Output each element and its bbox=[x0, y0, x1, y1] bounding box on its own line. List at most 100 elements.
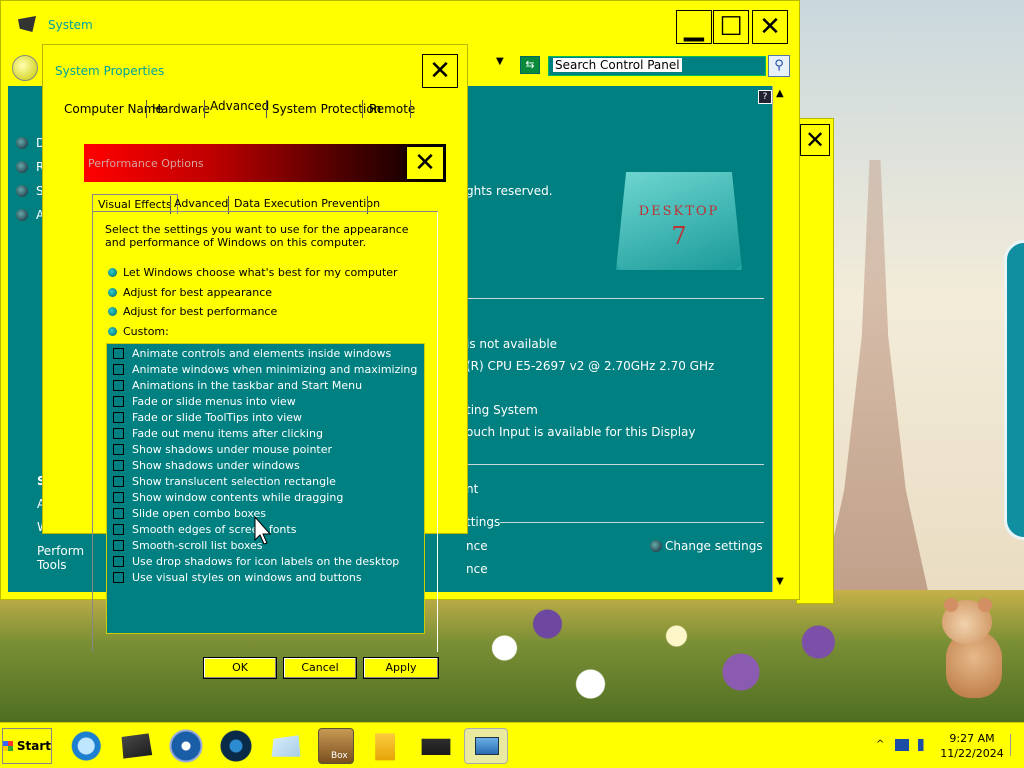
effect-label: Fade or slide ToolTips into view bbox=[132, 410, 303, 424]
checkbox[interactable] bbox=[113, 555, 124, 567]
refresh-icon[interactable]: ⇆ bbox=[520, 56, 540, 74]
start-label: Start bbox=[16, 739, 51, 753]
checkbox[interactable] bbox=[113, 475, 124, 487]
maximize-button[interactable]: ☐ bbox=[713, 10, 749, 44]
clock-date: 11/22/2024 bbox=[940, 747, 1004, 760]
scroll-down-arrow[interactable]: ▼ bbox=[776, 576, 784, 587]
effect-checkbox-row[interactable]: Show shadows under windows bbox=[113, 457, 300, 473]
radio-button[interactable] bbox=[108, 326, 117, 336]
effect-checkbox-row[interactable]: Animate windows when minimizing and maxi… bbox=[113, 361, 417, 377]
background-window[interactable] bbox=[796, 118, 834, 604]
start-button[interactable]: Start bbox=[2, 728, 52, 764]
effect-label: Animate controls and elements inside win… bbox=[132, 346, 392, 360]
system-properties-taskbar-button[interactable] bbox=[464, 728, 508, 764]
performance-options-close-button[interactable]: ✕ bbox=[406, 146, 444, 180]
radio-custom[interactable]: Custom: bbox=[108, 323, 169, 339]
effect-checkbox-row[interactable]: Slide open combo boxes bbox=[113, 505, 266, 521]
clock[interactable]: 9:27 AM 11/22/2024 bbox=[938, 731, 1006, 761]
effect-label: Show translucent selection rectangle bbox=[132, 474, 336, 488]
internet-explorer-icon[interactable] bbox=[70, 728, 106, 764]
back-button[interactable] bbox=[12, 55, 38, 81]
action-center-icon[interactable] bbox=[895, 739, 909, 751]
checkbox[interactable] bbox=[113, 443, 124, 455]
media-player-icon[interactable] bbox=[168, 728, 204, 764]
effect-checkbox-row[interactable]: Fade or slide menus into view bbox=[113, 393, 296, 409]
effect-checkbox-row[interactable]: Animate controls and elements inside win… bbox=[113, 345, 391, 361]
wallpaper-flowers bbox=[440, 600, 870, 720]
effect-label: Slide open combo boxes bbox=[132, 506, 267, 520]
close-button[interactable]: ✕ bbox=[752, 10, 788, 44]
shield-icon bbox=[16, 209, 28, 221]
scroll-up-arrow[interactable]: ▲ bbox=[776, 88, 784, 99]
taskbar bbox=[0, 722, 1024, 768]
ok-button[interactable]: OK bbox=[203, 657, 277, 679]
search-input[interactable]: Search Control Panel bbox=[548, 56, 766, 76]
box-app-icon[interactable]: Box bbox=[318, 728, 354, 764]
checkbox[interactable] bbox=[113, 411, 124, 423]
radio-best-appearance[interactable]: Adjust for best appearance bbox=[108, 284, 272, 300]
radio-let-windows-choose[interactable]: Let Windows choose what's best for my co… bbox=[108, 264, 398, 280]
radio-button[interactable] bbox=[108, 287, 117, 297]
checkbox[interactable] bbox=[113, 459, 124, 471]
divider bbox=[468, 464, 764, 465]
visual-effects-list[interactable]: Animate controls and elements inside win… bbox=[106, 343, 425, 634]
cancel-button[interactable]: Cancel bbox=[283, 657, 357, 679]
checkbox[interactable] bbox=[113, 347, 124, 359]
control-panel-title: System bbox=[48, 18, 93, 32]
tab-advanced[interactable]: Advanced bbox=[210, 95, 269, 117]
effect-checkbox-row[interactable]: Fade or slide ToolTips into view bbox=[113, 409, 302, 425]
checkbox[interactable] bbox=[113, 427, 124, 439]
tab-separator bbox=[410, 100, 411, 118]
minimize-button[interactable]: ▁ bbox=[676, 10, 712, 44]
checkbox[interactable] bbox=[113, 507, 124, 519]
sidebar-gadget-edge[interactable] bbox=[1004, 240, 1024, 540]
checkbox[interactable] bbox=[113, 363, 124, 375]
effect-checkbox-row[interactable]: Use visual styles on windows and buttons bbox=[113, 569, 362, 585]
effect-checkbox-row[interactable]: Smooth-scroll list boxes bbox=[113, 537, 263, 553]
brand-text: DESKTOP bbox=[638, 204, 720, 219]
radio-button[interactable] bbox=[108, 267, 117, 277]
effect-checkbox-row[interactable]: Show window contents while dragging bbox=[113, 489, 343, 505]
background-window-close-button[interactable]: ✕ bbox=[800, 124, 830, 156]
checkbox[interactable] bbox=[113, 395, 124, 407]
network-globe-icon[interactable] bbox=[218, 728, 254, 764]
mouse-pointer-icon bbox=[254, 516, 272, 545]
effect-checkbox-row[interactable]: Show shadows under mouse pointer bbox=[113, 441, 332, 457]
effect-label: Fade out menu items after clicking bbox=[132, 426, 323, 440]
help-icon[interactable]: ? bbox=[758, 90, 772, 104]
windows-logo: DESKTOP 7 bbox=[616, 172, 742, 270]
show-hidden-icons-chevron-icon[interactable]: ^ bbox=[876, 739, 890, 751]
checkbox[interactable] bbox=[113, 491, 124, 503]
radio-best-performance[interactable]: Adjust for best performance bbox=[108, 303, 277, 319]
effect-label: Show window contents while dragging bbox=[132, 490, 344, 504]
checkbox[interactable] bbox=[113, 571, 124, 583]
tab-hardware[interactable]: Hardware bbox=[152, 98, 210, 120]
settings-heading: ttings bbox=[466, 515, 501, 529]
checkbox[interactable] bbox=[113, 523, 124, 535]
effect-checkbox-row[interactable]: Animations in the taskbar and Start Menu bbox=[113, 377, 362, 393]
shield-icon bbox=[650, 540, 662, 552]
change-settings-link[interactable]: Change settings bbox=[665, 539, 763, 553]
volume-icon[interactable] bbox=[918, 739, 932, 751]
search-icon[interactable]: ⚲ bbox=[768, 55, 790, 77]
effect-checkbox-row[interactable]: Use drop shadows for icon labels on the … bbox=[113, 553, 399, 569]
box-app-label: Box bbox=[331, 751, 348, 761]
system-properties-close-button[interactable]: ✕ bbox=[422, 54, 458, 88]
effect-label: Animations in the taskbar and Start Menu bbox=[132, 378, 363, 392]
checkbox[interactable] bbox=[113, 539, 124, 551]
hamster-gadget[interactable] bbox=[940, 598, 1010, 700]
tab-computer-name[interactable]: Computer Name bbox=[64, 98, 163, 120]
show-desktop-button[interactable] bbox=[1010, 734, 1022, 756]
workgroup-label: nce bbox=[466, 539, 488, 553]
radio-button[interactable] bbox=[108, 306, 117, 316]
effect-checkbox-row[interactable]: Show translucent selection rectangle bbox=[113, 473, 336, 489]
tab-remote[interactable]: Remote bbox=[369, 98, 415, 120]
checkbox[interactable] bbox=[113, 379, 124, 391]
vertical-scrollbar[interactable]: ▲ ▼ bbox=[772, 86, 792, 592]
tab-system-protection[interactable]: System Protection bbox=[272, 98, 381, 120]
apply-button[interactable]: Apply bbox=[363, 657, 439, 679]
effect-checkbox-row[interactable]: Fade out menu items after clicking bbox=[113, 425, 323, 441]
performance-tools-link[interactable]: Perform Tools bbox=[37, 544, 84, 572]
clock-time: 9:27 AM bbox=[949, 732, 995, 745]
address-dropdown-arrow[interactable]: ▼ bbox=[496, 56, 514, 76]
